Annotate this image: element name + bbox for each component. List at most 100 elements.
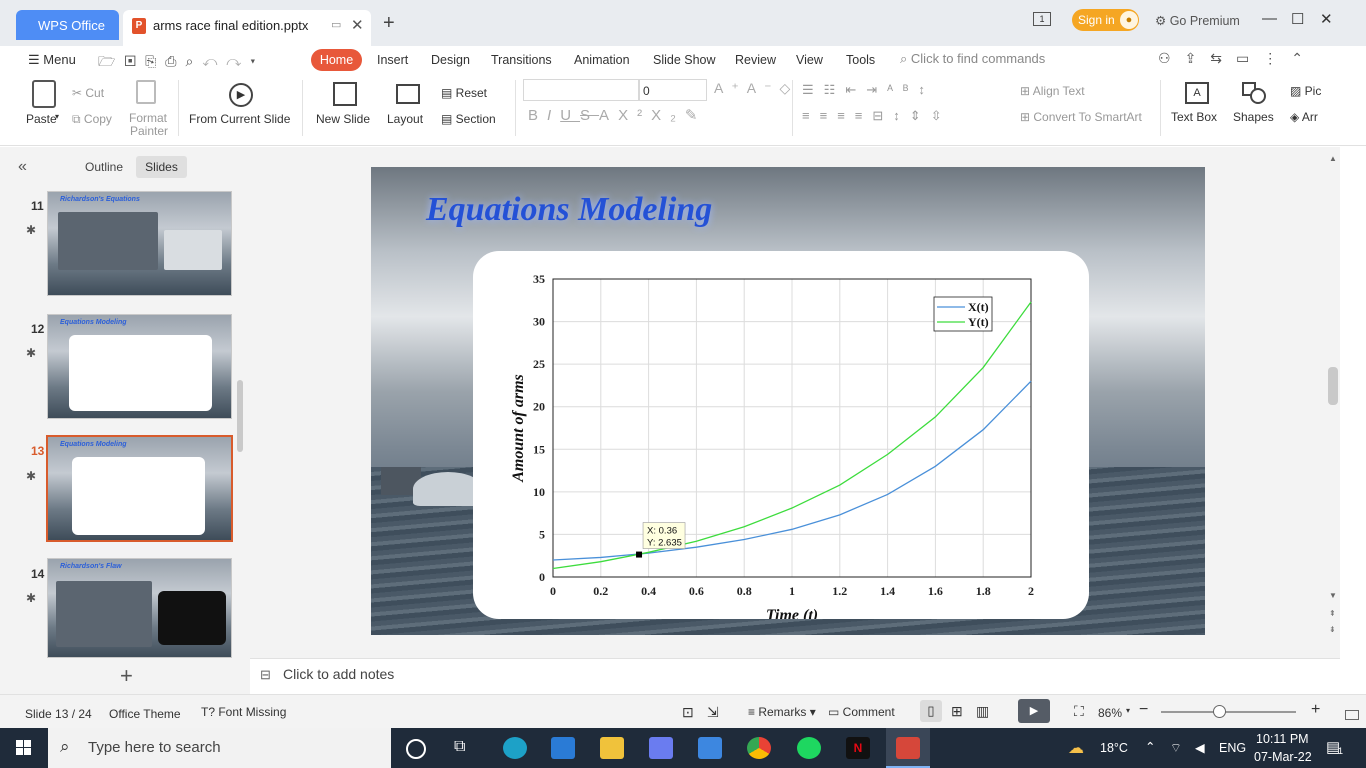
bold-icon[interactable]: B	[528, 107, 547, 124]
tab-document[interactable]: P arms race final edition.pptx ▭ ✕	[123, 10, 371, 46]
tab-transitions[interactable]: Transitions	[491, 53, 552, 67]
language-indicator[interactable]: ENG	[1219, 741, 1246, 755]
cut-button[interactable]: ✂ Cut	[72, 86, 104, 100]
pages-icon[interactable]: 1	[1033, 12, 1051, 26]
play-slideshow-button[interactable]: ▶	[1018, 699, 1050, 723]
highlight-icon[interactable]: ✎	[685, 107, 707, 124]
format-painter-icon[interactable]	[136, 80, 156, 104]
zoom-slider-track[interactable]	[1161, 711, 1296, 713]
spotify-icon[interactable]	[797, 737, 821, 759]
export-slide-icon[interactable]: ⇲	[707, 704, 719, 721]
section-button[interactable]: ▤ Section	[441, 112, 496, 126]
slide-thumbnail[interactable]: Richardson's Flaw	[47, 558, 232, 658]
text-box-icon[interactable]: A	[1185, 82, 1209, 104]
convert-smartart-button[interactable]: ⊞ Convert To SmartArt	[1020, 110, 1142, 124]
slide-sorter-icon[interactable]: ⊞	[951, 703, 963, 720]
italic-icon[interactable]: I	[547, 107, 560, 124]
bullets-icon[interactable]: ☰	[802, 82, 824, 97]
chrome-icon[interactable]	[747, 737, 771, 759]
maximize-window-icon[interactable]: ☐	[1291, 10, 1304, 28]
format-painter-label-1[interactable]: Format	[129, 111, 167, 125]
vscode-icon[interactable]	[551, 737, 575, 759]
align-right-icon[interactable]: ≡	[837, 108, 855, 123]
notes-placeholder[interactable]: Click to add notes	[283, 666, 394, 682]
taskbar-search-box[interactable]: ⌕ Type here to search	[48, 728, 391, 768]
tab-wps-office[interactable]: WPS Office	[16, 10, 119, 40]
align-left-icon[interactable]: ≡	[802, 108, 820, 123]
from-current-slide-button[interactable]: From Current Slide	[189, 112, 290, 126]
close-window-icon[interactable]: ✕	[1320, 10, 1333, 28]
close-tab-icon[interactable]: ✕	[351, 16, 364, 34]
reset-button[interactable]: ▤ Reset	[441, 86, 487, 100]
floating-widget-icon[interactable]	[1345, 710, 1359, 720]
new-slide-button[interactable]: New Slide	[316, 112, 370, 126]
scroll-up-icon[interactable]: ▲	[1329, 154, 1337, 163]
scroll-down-icon[interactable]: ▼	[1329, 591, 1337, 600]
tab-tools[interactable]: Tools	[846, 53, 875, 67]
current-slide[interactable]: Equations Modeling 0 0.2 0.4 0.6 0.8 1 1.2 1.4 1…	[371, 167, 1205, 635]
tab-insert[interactable]: Insert	[377, 53, 408, 67]
play-slide-icon[interactable]: ▶	[229, 83, 253, 107]
collapse-ribbon-icon[interactable]: ⌃	[1291, 50, 1317, 66]
go-premium-button[interactable]: ⚙ Go Premium	[1155, 13, 1240, 28]
edge-icon[interactable]	[503, 737, 527, 759]
volume-icon[interactable]: ◀	[1195, 740, 1205, 755]
paragraph-spacing-icon[interactable]: ⇕	[910, 108, 931, 123]
tab-home[interactable]: Home	[311, 49, 362, 71]
panel-scrollbar[interactable]	[237, 380, 243, 452]
tab-review[interactable]: Review	[735, 53, 776, 67]
slide-title[interactable]: Equations Modeling	[426, 191, 712, 229]
share-user-icon[interactable]: ⚇	[1158, 50, 1185, 66]
decrease-indent-icon[interactable]: ⇤	[845, 82, 866, 97]
wps-office-icon[interactable]	[896, 737, 920, 759]
layout-icon[interactable]	[396, 84, 420, 104]
wifi-icon[interactable]: ⌔	[1170, 740, 1182, 756]
align-text-button[interactable]: ⊞ Align Text	[1020, 84, 1085, 98]
preview-icon[interactable]: ⌕	[185, 53, 202, 69]
zoom-slider-thumb[interactable]	[1213, 705, 1226, 718]
command-search[interactable]: ⌕ Click to find commands	[900, 51, 1045, 67]
task-view-icon[interactable]: ⧉	[454, 738, 465, 756]
font-size-select[interactable]: 0	[639, 79, 707, 101]
slides-tab[interactable]: Slides	[136, 156, 187, 178]
shapes-icon[interactable]	[1242, 82, 1268, 104]
add-slide-icon[interactable]: +	[120, 663, 133, 689]
zoom-out-icon[interactable]: −	[1139, 701, 1148, 719]
picture-button[interactable]: ▨ Pic	[1290, 84, 1321, 98]
text-box-button[interactable]: Text Box	[1171, 110, 1217, 124]
subscript-icon[interactable]: X₂	[651, 107, 685, 124]
slide-thumbnail[interactable]: Richardson's Equations	[47, 191, 232, 296]
fit-window-icon[interactable]: ⛶	[1074, 703, 1084, 720]
tab-view[interactable]: View	[796, 53, 823, 67]
clock-date[interactable]: 07-Mar-22	[1254, 750, 1312, 764]
collapse-panel-icon[interactable]: «	[18, 158, 27, 176]
underline-icon[interactable]: U	[560, 107, 580, 124]
weather-temp[interactable]: 18°C	[1100, 741, 1128, 755]
file-explorer-icon[interactable]	[600, 737, 624, 759]
new-slide-icon[interactable]	[333, 82, 357, 106]
clear-format-icon[interactable]: ◇	[779, 80, 798, 96]
font-name-select[interactable]	[523, 79, 639, 101]
strikethrough-icon[interactable]: S	[580, 107, 599, 124]
open-icon[interactable]: 🗁	[98, 53, 124, 69]
line-spacing-icon[interactable]: ↕	[893, 108, 910, 123]
increase-indent-icon[interactable]: ⇥	[866, 82, 887, 97]
align-center-icon[interactable]: ≡	[820, 108, 838, 123]
text-direction-icon[interactable]: ᴬᴮ	[887, 82, 918, 97]
shrink-font-icon[interactable]: A⁻	[747, 80, 780, 96]
sync-icon[interactable]: ⊡	[682, 704, 694, 721]
export-icon[interactable]: ⎘	[145, 53, 165, 69]
superscript-icon[interactable]: X²	[618, 107, 651, 124]
next-slide-icon[interactable]: ⇟	[1329, 625, 1336, 634]
font-color-icon[interactable]: A	[599, 107, 618, 124]
comment-button[interactable]: ▭ Comment	[828, 705, 895, 719]
numbering-icon[interactable]: ☷	[824, 82, 846, 97]
canvas-scrollbar[interactable]: ▲ ▼ ⇞ ⇟	[1326, 147, 1340, 658]
top-right-tools[interactable]: ⚇⇪⇆▭⋮⌃	[1158, 50, 1317, 67]
outline-tab[interactable]: Outline	[85, 160, 123, 174]
mail-icon[interactable]	[698, 737, 722, 759]
normal-view-icon[interactable]: ▯	[920, 700, 942, 722]
quick-access-toolbar[interactable]: 🗁▣⎘⎙⌕↶↷▾	[98, 51, 264, 75]
paragraph-tools-row1[interactable]: ☰☷⇤⇥ᴬᴮ↕	[802, 82, 935, 98]
format-painter-label-2[interactable]: Painter	[130, 124, 168, 138]
